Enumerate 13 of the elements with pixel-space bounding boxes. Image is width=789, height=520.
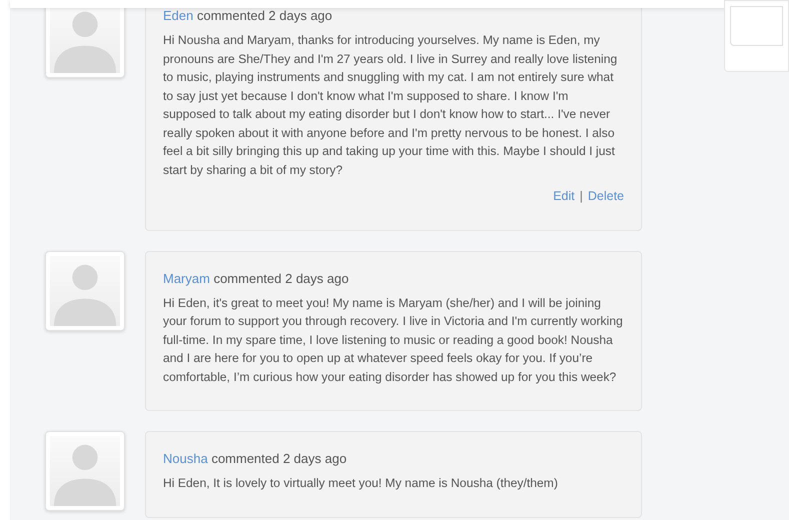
comment-meta: commented 2 days ago (214, 270, 349, 286)
author-link[interactable]: Maryam (163, 270, 210, 286)
comment-text: Hi Eden, it's great to meet you! My name is Maryam (she/her) and I will be joining your forum to support you through recovery. I live in Victoria and I'm currently working full-time. In my spare time, I love listening to music or reading a good book! Nousha and I are here for you to open up at whatever speed feels okay for you. If you’re comfortable, I’m curious how your eating disorder has showed up for you this week? (163, 294, 624, 386)
comment-text: Hi Eden, It is lovely to virtually meet you! My name is Nousha (they/them) (163, 475, 559, 492)
author-link[interactable]: Nousha (163, 451, 208, 466)
separator: | (580, 188, 583, 205)
comment-meta: commented 2 days ago (211, 451, 347, 466)
author-link[interactable]: Eden (163, 8, 194, 23)
comment-text: Hi Nousha and Maryam, thanks for introducing yourselves. My name is Eden, my pronouns are She/They and I'm 27 years old. I live in Surrey and really love listening to music, playing instruments and snuggling with my cat. I am not entirely sure what to say just yet because I don't know what I'm supposed to share. I know I'm supposed to talk about my eating disorder but I don't know how to start... I've never really spoken about it with anyone before and I'm pretty nervous to be honest. I also feel a bit silly bringing this up and taking up your time with this. Maybe I should I just start by sharing a bit of my story? (163, 32, 618, 178)
action-link[interactable]: Edit (553, 187, 575, 206)
comment-meta: commented 2 days ago (197, 8, 332, 23)
action-link[interactable]: Delete (588, 187, 624, 206)
side-panel-box (730, 6, 783, 46)
